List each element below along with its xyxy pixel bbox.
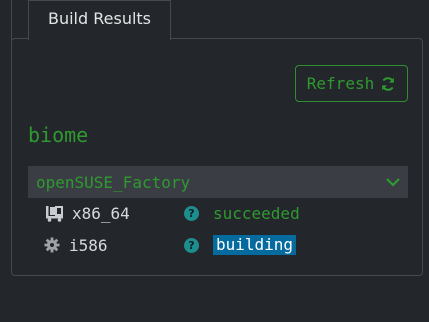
refresh-button[interactable]: Refresh (295, 65, 408, 102)
arch-label: i586 (69, 235, 108, 255)
arch-row-x86-64: x86_64 ? succeeded (44, 202, 300, 224)
build-status-succeeded[interactable]: succeeded (213, 204, 300, 223)
tab-build-results[interactable]: Build Results (28, 0, 171, 40)
refresh-icon (380, 76, 396, 92)
truck-icon (44, 204, 64, 222)
arch-label: x86_64 (72, 203, 130, 223)
chevron-down-icon[interactable] (385, 173, 401, 192)
repository-header-opensuse-factory[interactable]: openSUSE_Factory (28, 166, 408, 198)
gear-icon (44, 236, 60, 254)
arch-row-i586: i586 ? building (44, 234, 297, 256)
package-name: biome (28, 123, 89, 147)
refresh-button-label: Refresh (306, 74, 375, 93)
tab-connector (29, 38, 170, 41)
tab-build-results-label: Build Results (47, 9, 152, 28)
question-circle-icon[interactable]: ? (184, 205, 199, 221)
question-circle-icon[interactable]: ? (184, 237, 199, 253)
panel-left-edge (11, 0, 12, 40)
repository-name: openSUSE_Factory (36, 172, 191, 192)
build-status-building[interactable]: building (213, 235, 297, 255)
